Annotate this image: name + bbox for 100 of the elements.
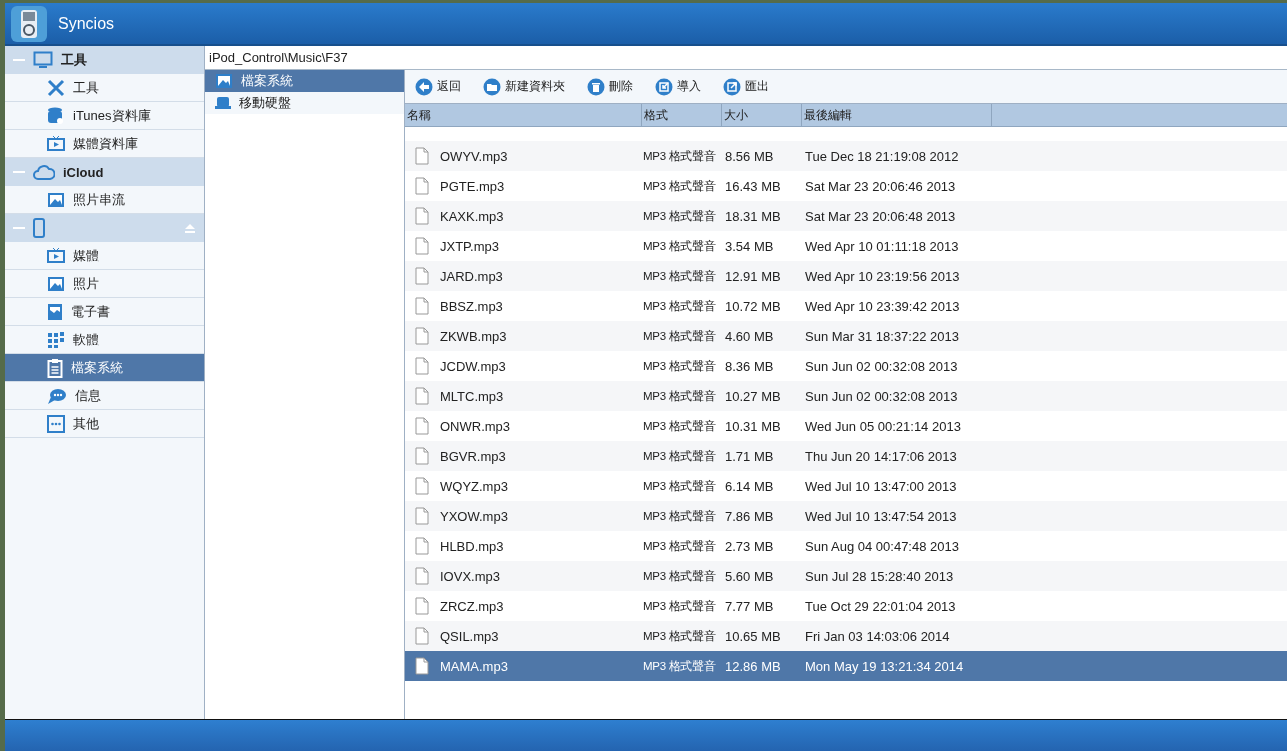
table-cell-text: MP3 格式聲音 (642, 539, 717, 554)
table-cell-text: 10.72 MB (724, 298, 782, 314)
table-cell-text: Sat Mar 23 20:06:48 2013 (804, 208, 957, 224)
sidebar-item[interactable]: 其他 (5, 410, 204, 438)
sidebar-item[interactable]: 電子書 (5, 298, 204, 326)
group-header[interactable]: 工具 (5, 46, 204, 74)
file-icon (415, 387, 429, 405)
table-cell-text: Sun Aug 04 00:47:48 2013 (804, 538, 960, 554)
table-cell-text: Wed Apr 10 01:11:18 2013 (804, 238, 960, 254)
group-label: 工具 (61, 51, 87, 69)
table-cell-text: MP3 格式聲音 (642, 569, 717, 584)
file-row[interactable]: OWYV.mp3 MP3 格式聲音 8.56 MB Tue Dec 18 21:19:08 2012 (405, 141, 1287, 171)
file-row[interactable]: KAXK.mp3 MP3 格式聲音 18.31 MB Sat Mar 23 20:06:48 2013 (405, 201, 1287, 231)
group-header[interactable] (5, 214, 204, 242)
table-cell-text: ZKWB.mp3 (439, 328, 507, 344)
import-icon (655, 77, 673, 96)
table-cell-text: Wed Jun 05 00:21:14 2013 (804, 418, 962, 434)
toolbar-button[interactable]: 匯出 (723, 77, 769, 96)
sidebar-item[interactable]: 工具 (5, 74, 204, 102)
toolbar-button[interactable]: 導入 (655, 77, 701, 96)
file-row[interactable]: HLBD.mp3 MP3 格式聲音 2.73 MB Sun Aug 04 00:47:48 2013 (405, 531, 1287, 561)
file-icon (415, 177, 429, 195)
column-header[interactable]: 格式 (642, 104, 722, 126)
file-icon (415, 207, 429, 225)
table-cell-text: Mon May 19 13:21:34 2014 (804, 658, 965, 674)
file-row[interactable]: IOVX.mp3 MP3 格式聲音 5.60 MB Sun Jul 28 15:28:40 2013 (405, 561, 1287, 591)
table-cell-text: 8.36 MB (724, 358, 775, 374)
eject-icon[interactable] (184, 223, 196, 233)
file-row[interactable]: BBSZ.mp3 MP3 格式聲音 10.72 MB Wed Apr 10 23:39:42 2013 (405, 291, 1287, 321)
toolbar-button[interactable]: 返回 (415, 77, 461, 96)
table-cell-text: ZRCZ.mp3 (439, 598, 504, 614)
table-cell-text: 5.60 MB (724, 568, 775, 584)
tree-item[interactable]: 移動硬盤 (205, 92, 404, 114)
table-cell-text: 18.31 MB (724, 208, 782, 224)
file-row[interactable]: JCDW.mp3 MP3 格式聲音 8.36 MB Sun Jun 02 00:32:08 2013 (405, 351, 1287, 381)
file-row[interactable]: ZKWB.mp3 MP3 格式聲音 4.60 MB Sun Mar 31 18:37:22 2013 (405, 321, 1287, 351)
table-cell-text: MP3 格式聲音 (642, 329, 717, 344)
toolbar-button[interactable]: 新建資料夾 (483, 77, 565, 96)
sidebar-item[interactable]: 媒體 (5, 242, 204, 270)
table-cell-text: Wed Jul 10 13:47:00 2013 (804, 478, 958, 494)
chat-icon (47, 386, 67, 405)
table-cell-text: 1.71 MB (724, 448, 775, 464)
column-header[interactable]: 名稱 (405, 104, 642, 126)
table-cell-text: MP3 格式聲音 (642, 299, 717, 314)
sidebar-item[interactable]: 照片 (5, 270, 204, 298)
sidebar-item[interactable]: iTunes資料庫 (5, 102, 204, 130)
sidebar-item[interactable]: 檔案系統 (5, 354, 204, 382)
table-cell-text: 16.43 MB (724, 178, 782, 194)
table-cell-text: Sun Jul 28 15:28:40 2013 (804, 568, 955, 584)
table-cell-text: OWYV.mp3 (439, 148, 508, 164)
table-cell-text: MP3 格式聲音 (642, 659, 717, 674)
phone-icon (33, 218, 45, 238)
file-icon (415, 417, 429, 435)
tree-item[interactable]: 檔案系統 (205, 70, 404, 92)
file-row[interactable]: MAMA.mp3 MP3 格式聲音 12.86 MB Mon May 19 13:21:34 2014 (405, 651, 1287, 681)
table-cell-text: IOVX.mp3 (439, 568, 500, 584)
file-row[interactable]: ONWR.mp3 MP3 格式聲音 10.31 MB Wed Jun 05 00:21:14 2013 (405, 411, 1287, 441)
table-cell-text: BGVR.mp3 (439, 448, 506, 464)
photos-icon (47, 191, 65, 208)
file-row[interactable]: BGVR.mp3 MP3 格式聲音 1.71 MB Thu Jun 20 14:17:06 2013 (405, 441, 1287, 471)
file-row[interactable]: ZRCZ.mp3 MP3 格式聲音 7.77 MB Tue Oct 29 22:01:04 2013 (405, 591, 1287, 621)
table-cell-text: Tue Dec 18 21:19:08 2012 (804, 148, 960, 164)
table-cell-text: MAMA.mp3 (439, 658, 508, 674)
file-icon (415, 447, 429, 465)
table-cell-text: JCDW.mp3 (439, 358, 506, 374)
column-header[interactable]: 大小 (722, 104, 802, 126)
file-row[interactable]: JXTP.mp3 MP3 格式聲音 3.54 MB Wed Apr 10 01:11:18 2013 (405, 231, 1287, 261)
sidebar-item[interactable]: 信息 (5, 382, 204, 410)
toolbar-button[interactable]: 刪除 (587, 77, 633, 96)
file-icon (415, 267, 429, 285)
table-cell-text: PGTE.mp3 (439, 178, 505, 194)
table-cell-text: Sat Mar 23 20:06:46 2013 (804, 178, 957, 194)
tools-icon (47, 78, 65, 97)
file-row[interactable]: MLTC.mp3 MP3 格式聲音 10.27 MB Sun Jun 02 00:32:08 2013 (405, 381, 1287, 411)
file-icon (415, 657, 429, 675)
file-icon (415, 147, 429, 165)
table-cell-text: MP3 格式聲音 (642, 359, 717, 374)
table-cell-text: MP3 格式聲音 (642, 599, 717, 614)
trash-icon (587, 77, 605, 96)
table-cell-text: MP3 格式聲音 (642, 419, 717, 434)
table-cell-text: WQYZ.mp3 (439, 478, 508, 494)
table-cell-text: 6.14 MB (724, 478, 775, 494)
table-cell-text: Tue Oct 29 22:01:04 2013 (804, 598, 957, 614)
music-player-logo (10, 4, 48, 43)
file-icon (415, 327, 429, 345)
table-cell-text: 2.73 MB (724, 538, 775, 554)
file-row[interactable]: WQYZ.mp3 MP3 格式聲音 6.14 MB Wed Jul 10 13:47:00 2013 (405, 471, 1287, 501)
book-icon (47, 302, 63, 321)
file-row[interactable]: PGTE.mp3 MP3 格式聲音 16.43 MB Sat Mar 23 20:06:46 2013 (405, 171, 1287, 201)
table-cell-text: Wed Apr 10 23:19:56 2013 (804, 268, 961, 284)
file-row[interactable]: YXOW.mp3 MP3 格式聲音 7.86 MB Wed Jul 10 13:47:54 2013 (405, 501, 1287, 531)
table-cell-text: MP3 格式聲音 (642, 179, 717, 194)
photos-icon (47, 275, 65, 292)
table-cell-text: 7.77 MB (724, 598, 775, 614)
file-icon (415, 357, 429, 375)
group-header[interactable]: iCloud (5, 158, 204, 186)
table-cell-text: Sun Mar 31 18:37:22 2013 (804, 328, 960, 344)
column-header[interactable]: 最後編輯 (802, 104, 992, 126)
file-row[interactable]: QSIL.mp3 MP3 格式聲音 10.65 MB Fri Jan 03 14:03:06 2014 (405, 621, 1287, 651)
file-row[interactable]: JARD.mp3 MP3 格式聲音 12.91 MB Wed Apr 10 23:19:56 2013 (405, 261, 1287, 291)
